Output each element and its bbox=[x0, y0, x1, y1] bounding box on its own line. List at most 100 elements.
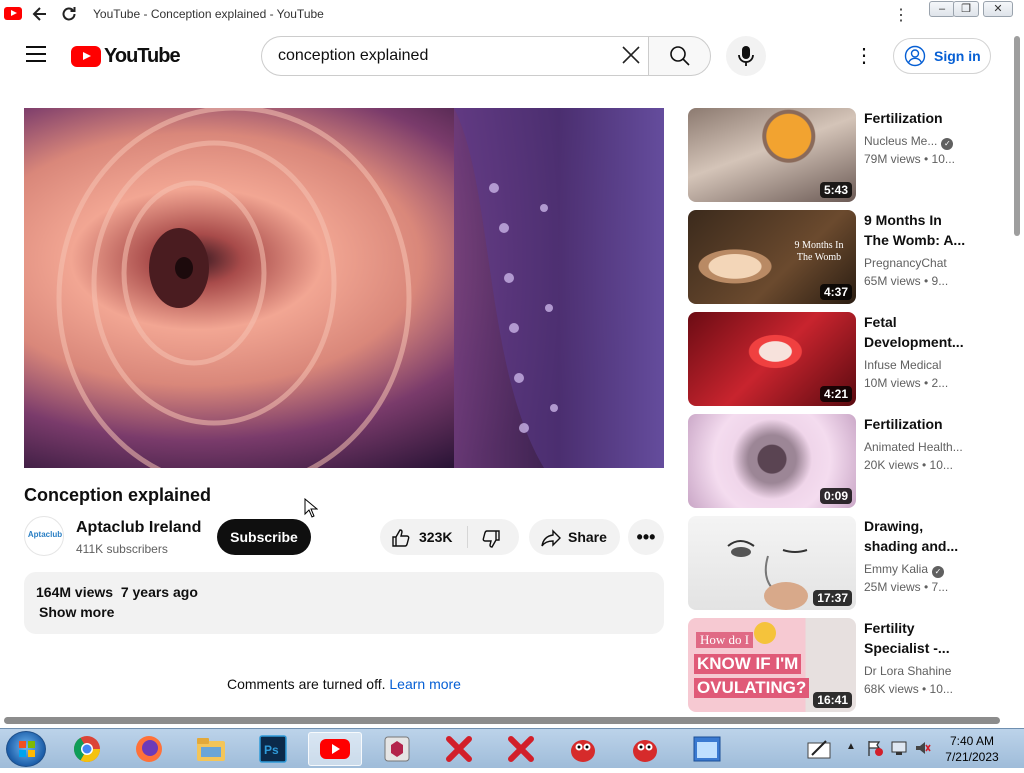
recommendation-title[interactable]: Fertility Specialist -... bbox=[864, 618, 968, 658]
restore-button[interactable]: ❐ bbox=[953, 1, 979, 17]
photoshop-icon: Ps bbox=[259, 735, 287, 763]
youtube-favicon-icon bbox=[4, 7, 22, 20]
comments-disabled-notice: Comments are turned off. Learn more bbox=[227, 676, 461, 692]
window-app-icon bbox=[693, 736, 721, 762]
taskbar-app-bird-2[interactable] bbox=[618, 732, 672, 766]
recommendation-thumbnail[interactable]: 4:21 bbox=[688, 312, 856, 406]
recommendation-meta: 25M views • 7... bbox=[864, 580, 949, 594]
recommendation-title[interactable]: Fertilization bbox=[864, 414, 968, 434]
search-button[interactable] bbox=[648, 36, 711, 76]
taskbar-firefox[interactable] bbox=[122, 732, 176, 766]
recommendation-title[interactable]: Fertilization bbox=[864, 108, 968, 128]
recommendation-thumbnail[interactable]: 0:09 bbox=[688, 414, 856, 508]
vertical-scroll-thumb[interactable] bbox=[1014, 36, 1020, 236]
taskbar-app-bird[interactable] bbox=[556, 732, 610, 766]
recommendation-title[interactable]: 9 Months In The Womb: A... bbox=[864, 210, 968, 250]
recommendation-title[interactable]: Drawing, shading and... bbox=[864, 516, 968, 556]
voice-search-button[interactable] bbox=[726, 36, 766, 76]
thumbnail-caption: 9 Months In The Womb bbox=[794, 240, 844, 263]
windows-logo-icon bbox=[19, 741, 35, 757]
show-more-link[interactable]: Show more bbox=[39, 604, 114, 620]
recommendation-channel[interactable]: Nucleus Me... ✓ bbox=[864, 134, 954, 150]
windows-taskbar: Ps ▲ bbox=[0, 728, 1024, 768]
recommendation-thumbnail[interactable]: How do I KNOW IF I'M OVULATING? 16:41 bbox=[688, 618, 856, 712]
youtube-logo[interactable]: YouTube bbox=[71, 43, 181, 69]
back-arrow-icon[interactable] bbox=[30, 4, 50, 24]
recommendation-thumbnail[interactable]: 9 Months In The Womb 4:37 bbox=[688, 210, 856, 304]
thumbnail-small-text: How do I bbox=[696, 632, 754, 648]
recommendation-thumbnail[interactable]: 5:43 bbox=[688, 108, 856, 202]
taskbar-app-window[interactable] bbox=[680, 732, 734, 766]
settings-more-icon[interactable]: ⋮ bbox=[852, 44, 876, 68]
close-button[interactable]: ✕ bbox=[983, 1, 1013, 17]
recommendation-item[interactable]: How do I KNOW IF I'M OVULATING? 16:41 Fe… bbox=[688, 618, 998, 712]
guide-menu-icon[interactable] bbox=[26, 46, 46, 64]
thinking-emoji-icon bbox=[754, 622, 776, 644]
browser-menu-icon[interactable]: ⋮ bbox=[893, 5, 909, 25]
reload-icon[interactable] bbox=[59, 4, 79, 24]
search-box[interactable] bbox=[261, 36, 649, 76]
taskbar-youtube[interactable] bbox=[308, 732, 362, 766]
video-title: Conception explained bbox=[24, 485, 212, 505]
recommendation-channel[interactable]: PregnancyChat bbox=[864, 256, 947, 270]
recommendation-channel[interactable]: Emmy Kalia ✓ bbox=[864, 562, 945, 578]
verified-icon: ✓ bbox=[941, 138, 954, 150]
dislike-icon[interactable] bbox=[481, 529, 501, 549]
tray-clock-date[interactable]: 7/21/2023 bbox=[942, 750, 1002, 764]
subscribe-button[interactable]: Subscribe bbox=[217, 519, 311, 555]
youtube-wordmark: YouTube bbox=[104, 44, 181, 67]
duration-badge: 5:43 bbox=[819, 182, 852, 198]
recommendation-item[interactable]: 0:09 Fertilization Animated Health... 20… bbox=[688, 414, 998, 508]
volume-muted-icon[interactable] bbox=[914, 739, 932, 757]
description-box[interactable] bbox=[24, 572, 664, 634]
recommendation-item[interactable]: 5:43 Fertilization Nucleus Me... ✓ 79M vi… bbox=[688, 108, 998, 202]
action-center-flag-icon[interactable] bbox=[866, 739, 884, 757]
duration-badge: 16:41 bbox=[813, 692, 852, 708]
recommendation-channel[interactable]: Dr Lora Shahine bbox=[864, 664, 951, 678]
video-player[interactable] bbox=[24, 108, 664, 468]
video-frame bbox=[24, 108, 664, 468]
subscriber-count: 411K subscribers bbox=[76, 542, 168, 556]
recommendation-channel[interactable]: Infuse Medical bbox=[864, 358, 941, 372]
taskbar-app-x-red-2[interactable] bbox=[494, 732, 548, 766]
chrome-icon bbox=[73, 736, 101, 763]
start-button[interactable] bbox=[6, 731, 46, 767]
network-icon[interactable] bbox=[890, 739, 908, 757]
taskbar-file-explorer[interactable] bbox=[184, 732, 238, 766]
sign-in-button[interactable]: Sign in bbox=[893, 38, 991, 74]
more-actions-button[interactable]: ••• bbox=[628, 519, 664, 555]
recommendation-thumbnail[interactable]: 17:37 bbox=[688, 516, 856, 610]
pen-tablet-tray-icon[interactable] bbox=[806, 737, 832, 761]
duration-badge: 4:21 bbox=[819, 386, 852, 402]
clear-search-icon[interactable] bbox=[619, 43, 643, 67]
search-input[interactable] bbox=[278, 46, 608, 66]
folder-icon bbox=[197, 738, 225, 761]
taskbar-app-hex[interactable] bbox=[370, 732, 424, 766]
tray-clock-time[interactable]: 7:40 AM bbox=[942, 734, 1002, 749]
duration-badge: 4:37 bbox=[819, 284, 852, 300]
horizontal-scrollbar[interactable] bbox=[0, 714, 1024, 728]
like-icon[interactable] bbox=[391, 528, 411, 548]
minimize-button[interactable]: – bbox=[929, 1, 955, 17]
vertical-scrollbar[interactable] bbox=[1010, 28, 1024, 715]
channel-avatar[interactable]: Aptaclub bbox=[24, 516, 64, 556]
account-icon bbox=[904, 45, 926, 67]
recommendation-channel[interactable]: Animated Health... bbox=[864, 440, 963, 454]
recommendation-item[interactable]: 9 Months In The Womb 4:37 9 Months In Th… bbox=[688, 210, 998, 304]
recommendation-meta: 79M views • 10... bbox=[864, 152, 955, 166]
taskbar-chrome[interactable] bbox=[60, 732, 114, 766]
duration-badge: 17:37 bbox=[813, 590, 852, 606]
recommendation-item[interactable]: 17:37 Drawing, shading and... Emmy Kalia… bbox=[688, 516, 998, 610]
taskbar-app-x-red[interactable] bbox=[432, 732, 486, 766]
taskbar-photoshop[interactable]: Ps bbox=[246, 732, 300, 766]
recommendation-title[interactable]: Fetal Development... bbox=[864, 312, 968, 352]
recommendation-item[interactable]: 4:21 Fetal Development... Infuse Medical… bbox=[688, 312, 998, 406]
share-icon bbox=[541, 529, 561, 547]
horizontal-scroll-thumb[interactable] bbox=[4, 717, 1000, 724]
like-count[interactable]: 323K bbox=[419, 529, 452, 545]
tray-expand-icon[interactable]: ▲ bbox=[846, 741, 856, 752]
channel-label: Emmy Kalia bbox=[864, 562, 929, 576]
channel-name[interactable]: Aptaclub Ireland bbox=[76, 519, 201, 537]
microphone-icon bbox=[738, 46, 754, 66]
learn-more-link[interactable]: Learn more bbox=[389, 676, 461, 692]
